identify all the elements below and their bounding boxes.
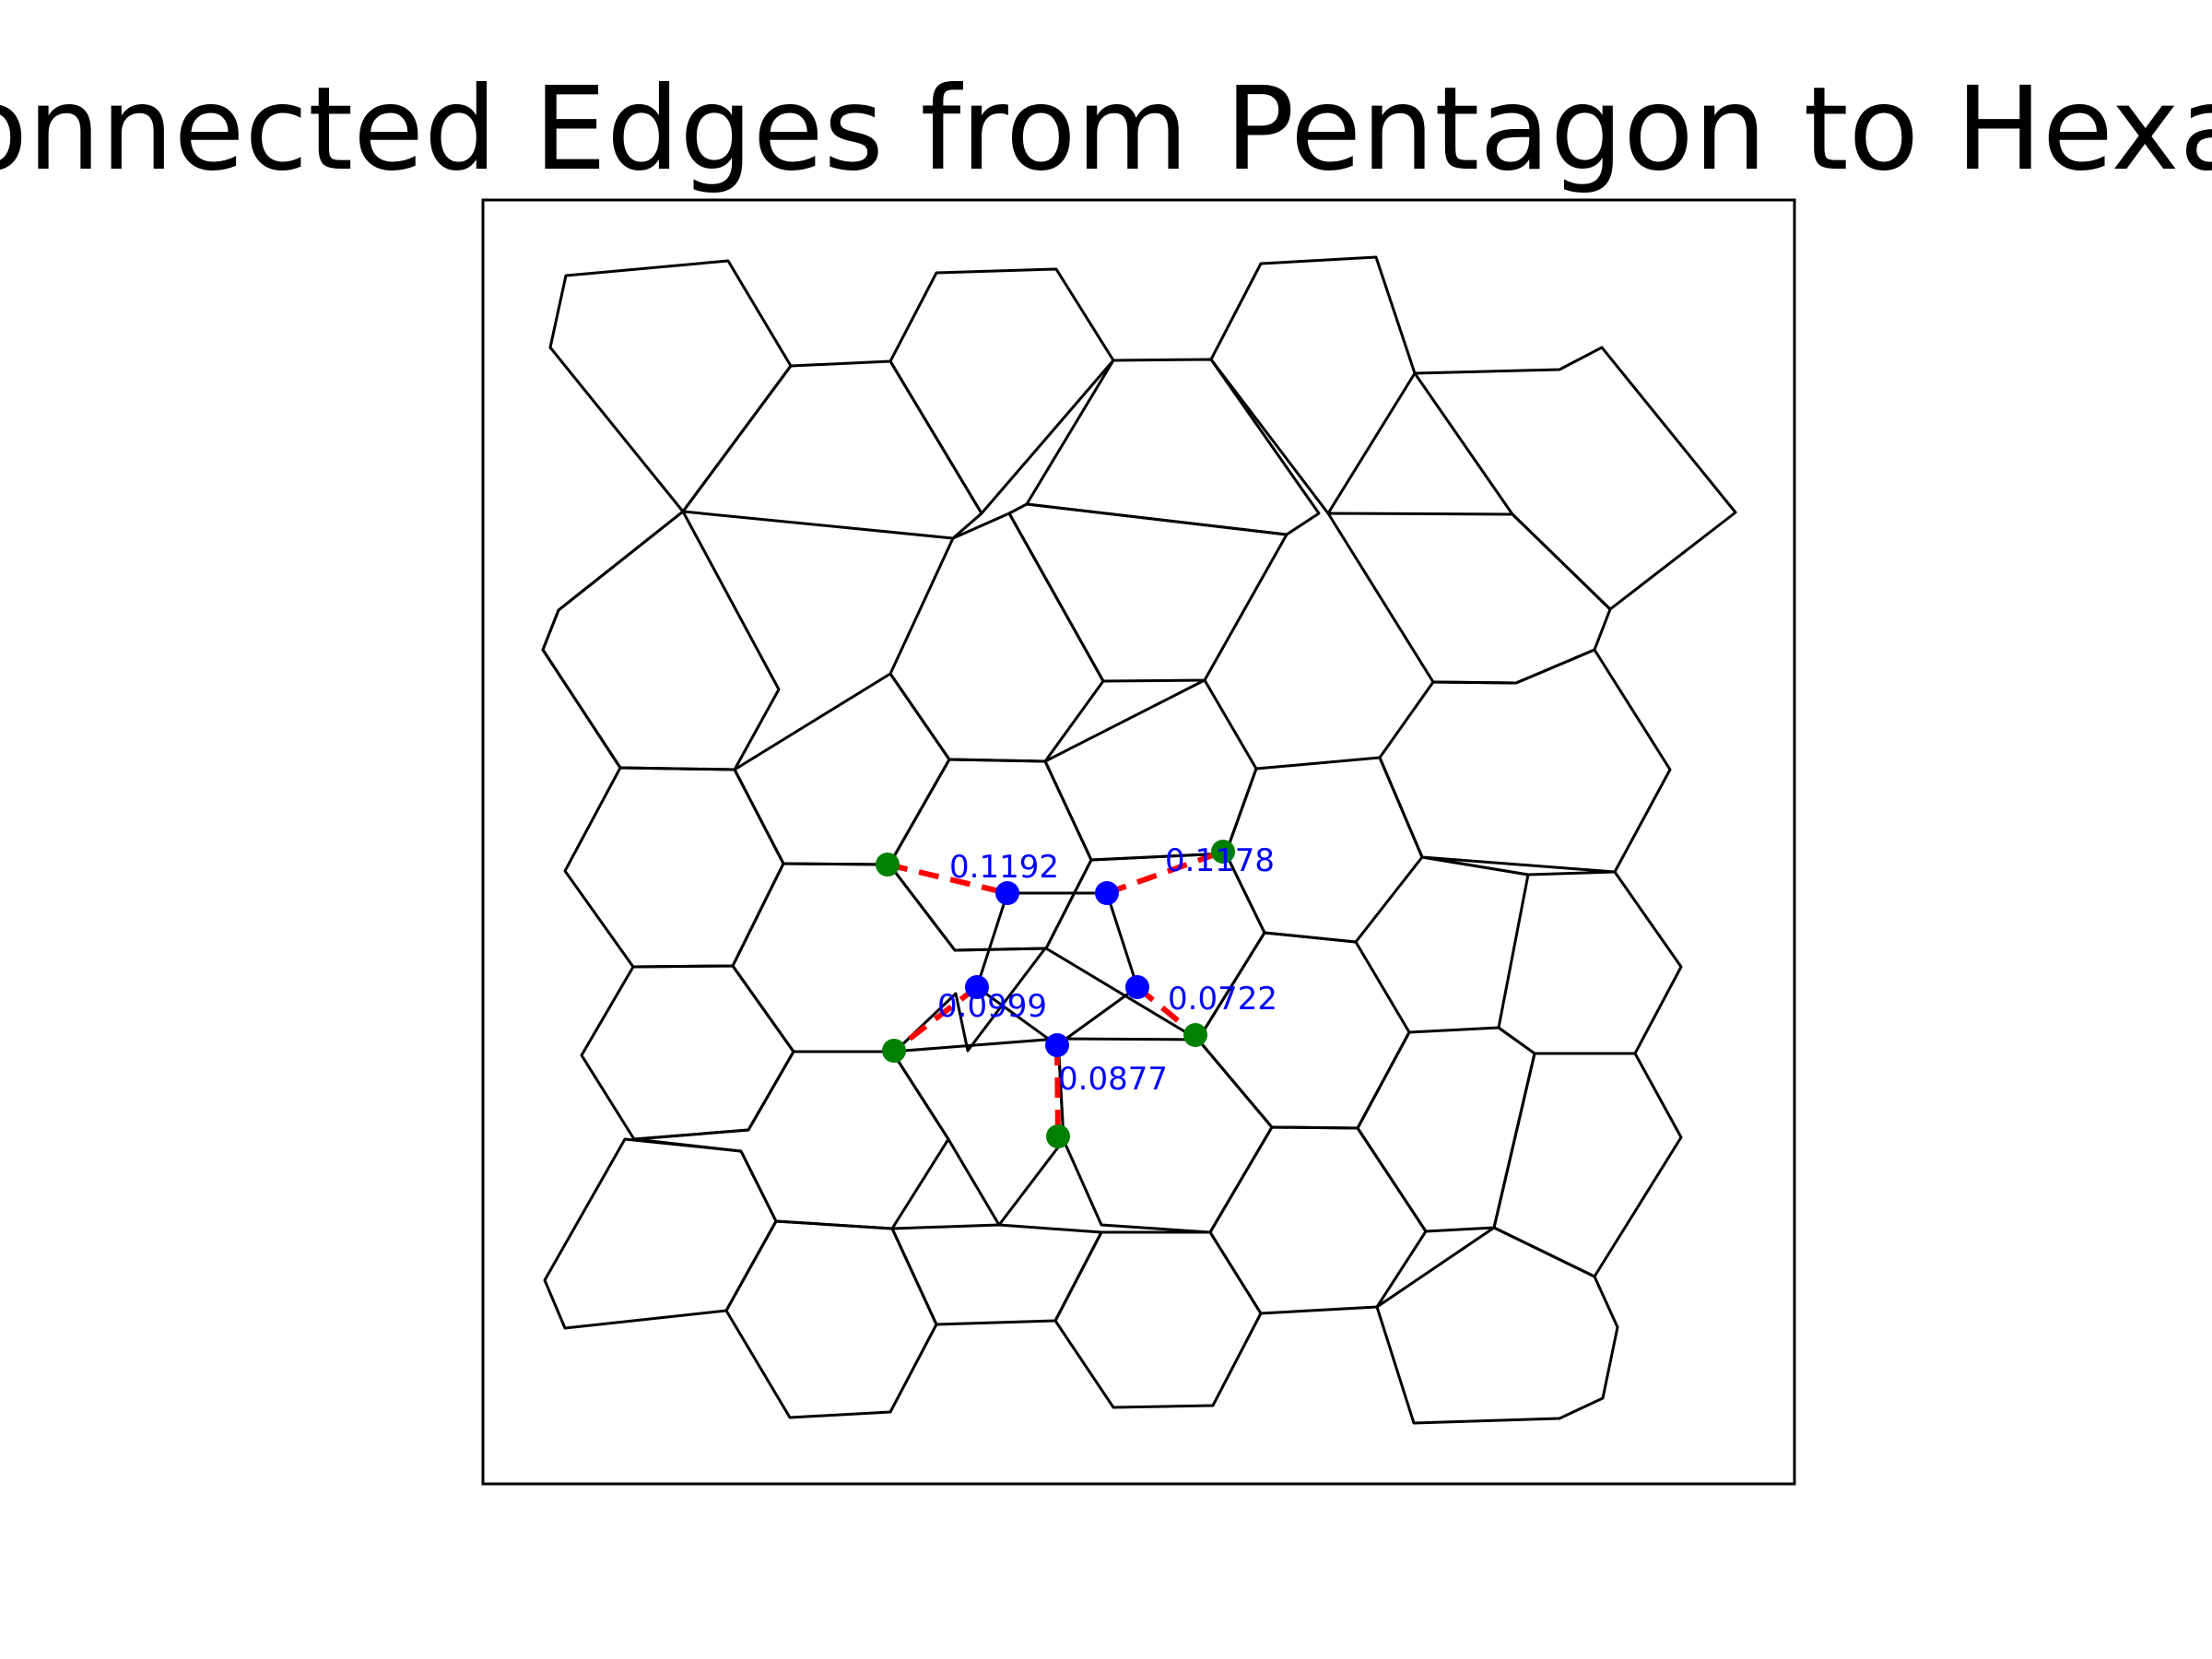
cell <box>724 1219 938 1419</box>
hexagon-vertex <box>1046 1124 1070 1148</box>
cell <box>1326 512 1612 685</box>
cell <box>541 510 781 771</box>
edge-label: 0.1178 <box>1165 842 1275 879</box>
cell <box>1492 1052 1683 1278</box>
cell <box>548 259 793 513</box>
pentagon-edge <box>975 892 1009 988</box>
pentagon-vertex <box>1095 881 1119 905</box>
cell <box>632 1050 950 1230</box>
cell <box>1007 502 1288 683</box>
pentagon-vertices <box>965 881 1149 1057</box>
cell <box>681 359 983 540</box>
pentagon-vertex <box>1125 975 1149 999</box>
edge-label: 0.0877 <box>1058 1061 1168 1098</box>
cell <box>541 510 684 769</box>
edge-label: 0.0999 <box>937 988 1047 1025</box>
cell <box>1053 1230 1263 1409</box>
cell <box>1420 855 1683 1055</box>
pentagon-vertex <box>1045 1033 1069 1057</box>
hexagon-vertex <box>876 853 900 877</box>
edge-label: 0.1192 <box>949 849 1059 886</box>
cell <box>1043 678 1258 862</box>
hexagon-vertex <box>882 1039 906 1063</box>
cell <box>543 1137 778 1330</box>
pentagon-edge <box>1056 985 1138 1047</box>
cell <box>1209 255 1417 515</box>
cell <box>1378 648 1672 877</box>
cell <box>888 512 1105 763</box>
cell-outlines <box>541 255 1737 1425</box>
cell <box>888 267 1115 515</box>
pentagon-edge <box>1105 892 1139 988</box>
edge-label: 0.0722 <box>1168 981 1277 1018</box>
cell <box>1356 1026 1536 1233</box>
cell-outlines-left <box>541 510 684 769</box>
hexagon-vertex <box>1183 1023 1207 1047</box>
cell <box>580 964 795 1141</box>
tiling-diagram: 0.1192 0.1178 0.0722 0.0877 0.0999 <box>481 198 1796 1486</box>
cell <box>890 1037 1065 1227</box>
cell <box>733 672 951 866</box>
plot-frame <box>481 198 1796 1486</box>
cell <box>1413 346 1737 611</box>
cell <box>1196 931 1411 1130</box>
edge-labels: 0.1192 0.1178 0.0722 0.0877 0.0999 <box>937 842 1277 1098</box>
cell <box>1375 1226 1619 1425</box>
cell <box>890 1223 1103 1326</box>
